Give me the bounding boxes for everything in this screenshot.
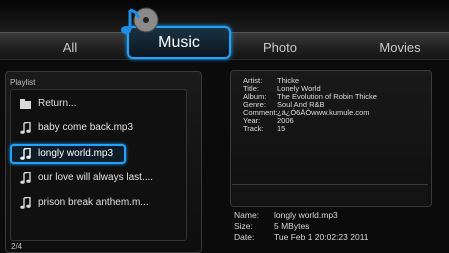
- playlist-item-return[interactable]: Return...: [12, 93, 182, 115]
- playlist-item[interactable]: prison break anthem.m...: [12, 192, 182, 214]
- folder-icon: [20, 99, 31, 109]
- playlist-count: 2/4: [11, 242, 23, 251]
- file-key: Size:: [234, 221, 253, 231]
- playlist-item-label: prison break anthem.m...: [38, 197, 149, 208]
- music-note-icon: [20, 148, 31, 160]
- playlist-item-label: Return...: [38, 98, 77, 109]
- playlist-item-label: our love will always last....: [38, 172, 154, 183]
- info-divider: [232, 184, 428, 205]
- tab-photo[interactable]: Photo: [245, 38, 315, 58]
- file-value: longly world.mp3: [274, 210, 338, 220]
- info-value: 15: [277, 124, 286, 133]
- tab-movies[interactable]: Movies: [360, 38, 440, 58]
- playlist-header: Playlist: [10, 78, 36, 87]
- music-note-icon: [20, 172, 31, 184]
- file-date-row: Date: Tue Feb 1 20:02:23 2011: [234, 232, 369, 242]
- music-note-icon: [20, 197, 31, 209]
- info-track: Track: 15: [243, 124, 285, 133]
- file-name-row: Name: longly world.mp3: [234, 210, 338, 220]
- playlist-item[interactable]: our love will always last....: [12, 167, 182, 189]
- file-value: 5 MBytes: [274, 221, 310, 231]
- file-key: Date:: [234, 232, 255, 242]
- music-note-icon: [20, 122, 31, 134]
- playlist-item[interactable]: baby come back.mp3: [12, 117, 182, 139]
- tab-all[interactable]: All: [40, 38, 100, 58]
- music-disc-icon: [121, 7, 159, 34]
- info-key: Track:: [243, 124, 264, 133]
- file-key: Name:: [234, 210, 260, 220]
- playlist-item-label: baby come back.mp3: [38, 122, 134, 133]
- playlist-item-label: longly world.mp3: [38, 148, 114, 159]
- playlist-item-selected[interactable]: longly world.mp3: [10, 144, 126, 164]
- file-value: Tue Feb 1 20:02:23 2011: [274, 232, 369, 242]
- file-size-row: Size: 5 MBytes: [234, 221, 309, 231]
